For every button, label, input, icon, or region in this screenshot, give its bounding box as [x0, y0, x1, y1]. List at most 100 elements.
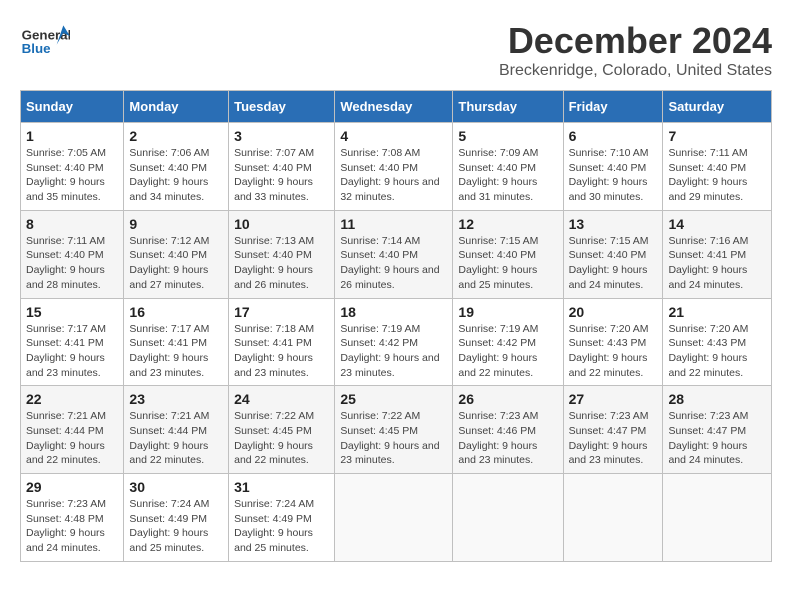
day-number: 4: [340, 128, 447, 144]
table-cell: 6 Sunrise: 7:10 AMSunset: 4:40 PMDayligh…: [563, 123, 663, 211]
day-number: 27: [569, 391, 658, 407]
table-cell: 11 Sunrise: 7:14 AMSunset: 4:40 PMDaylig…: [335, 210, 453, 298]
day-info: Sunrise: 7:12 AMSunset: 4:40 PMDaylight:…: [129, 235, 209, 291]
column-headers: Sunday Monday Tuesday Wednesday Thursday…: [21, 91, 772, 123]
logo-icon: General Blue: [20, 20, 70, 60]
table-cell: 29 Sunrise: 7:23 AMSunset: 4:48 PMDaylig…: [21, 474, 124, 562]
day-number: 16: [129, 304, 223, 320]
day-info: Sunrise: 7:22 AMSunset: 4:45 PMDaylight:…: [340, 410, 439, 466]
table-cell: 18 Sunrise: 7:19 AMSunset: 4:42 PMDaylig…: [335, 298, 453, 386]
day-number: 24: [234, 391, 329, 407]
col-sunday: Sunday: [21, 91, 124, 123]
table-cell: 5 Sunrise: 7:09 AMSunset: 4:40 PMDayligh…: [453, 123, 563, 211]
day-number: 1: [26, 128, 118, 144]
day-info: Sunrise: 7:10 AMSunset: 4:40 PMDaylight:…: [569, 147, 649, 203]
day-number: 18: [340, 304, 447, 320]
day-number: 5: [458, 128, 557, 144]
day-info: Sunrise: 7:19 AMSunset: 4:42 PMDaylight:…: [458, 323, 538, 379]
day-number: 29: [26, 479, 118, 495]
col-monday: Monday: [124, 91, 229, 123]
table-cell: 30 Sunrise: 7:24 AMSunset: 4:49 PMDaylig…: [124, 474, 229, 562]
day-number: 31: [234, 479, 329, 495]
calendar-row: 22 Sunrise: 7:21 AMSunset: 4:44 PMDaylig…: [21, 386, 772, 474]
logo: General Blue: [20, 20, 70, 60]
table-cell: 3 Sunrise: 7:07 AMSunset: 4:40 PMDayligh…: [229, 123, 335, 211]
day-info: Sunrise: 7:06 AMSunset: 4:40 PMDaylight:…: [129, 147, 209, 203]
table-cell: 22 Sunrise: 7:21 AMSunset: 4:44 PMDaylig…: [21, 386, 124, 474]
table-cell: 28 Sunrise: 7:23 AMSunset: 4:47 PMDaylig…: [663, 386, 772, 474]
calendar-row: 8 Sunrise: 7:11 AMSunset: 4:40 PMDayligh…: [21, 210, 772, 298]
table-cell: 24 Sunrise: 7:22 AMSunset: 4:45 PMDaylig…: [229, 386, 335, 474]
calendar-row: 29 Sunrise: 7:23 AMSunset: 4:48 PMDaylig…: [21, 474, 772, 562]
day-number: 9: [129, 216, 223, 232]
day-number: 28: [668, 391, 766, 407]
day-info: Sunrise: 7:05 AMSunset: 4:40 PMDaylight:…: [26, 147, 106, 203]
table-cell: 20 Sunrise: 7:20 AMSunset: 4:43 PMDaylig…: [563, 298, 663, 386]
table-cell: [663, 474, 772, 562]
table-cell: 9 Sunrise: 7:12 AMSunset: 4:40 PMDayligh…: [124, 210, 229, 298]
day-number: 7: [668, 128, 766, 144]
day-number: 10: [234, 216, 329, 232]
day-number: 12: [458, 216, 557, 232]
day-info: Sunrise: 7:21 AMSunset: 4:44 PMDaylight:…: [26, 410, 106, 466]
day-info: Sunrise: 7:14 AMSunset: 4:40 PMDaylight:…: [340, 235, 439, 291]
table-cell: 8 Sunrise: 7:11 AMSunset: 4:40 PMDayligh…: [21, 210, 124, 298]
table-cell: 2 Sunrise: 7:06 AMSunset: 4:40 PMDayligh…: [124, 123, 229, 211]
table-cell: 19 Sunrise: 7:19 AMSunset: 4:42 PMDaylig…: [453, 298, 563, 386]
day-info: Sunrise: 7:24 AMSunset: 4:49 PMDaylight:…: [234, 498, 314, 554]
day-number: 11: [340, 216, 447, 232]
page-subtitle: Breckenridge, Colorado, United States: [499, 62, 772, 80]
table-cell: 21 Sunrise: 7:20 AMSunset: 4:43 PMDaylig…: [663, 298, 772, 386]
table-cell: 13 Sunrise: 7:15 AMSunset: 4:40 PMDaylig…: [563, 210, 663, 298]
day-info: Sunrise: 7:08 AMSunset: 4:40 PMDaylight:…: [340, 147, 439, 203]
table-cell: 10 Sunrise: 7:13 AMSunset: 4:40 PMDaylig…: [229, 210, 335, 298]
day-info: Sunrise: 7:15 AMSunset: 4:40 PMDaylight:…: [458, 235, 538, 291]
day-info: Sunrise: 7:23 AMSunset: 4:46 PMDaylight:…: [458, 410, 538, 466]
svg-text:Blue: Blue: [22, 41, 51, 56]
day-info: Sunrise: 7:18 AMSunset: 4:41 PMDaylight:…: [234, 323, 314, 379]
day-number: 23: [129, 391, 223, 407]
day-number: 13: [569, 216, 658, 232]
day-info: Sunrise: 7:16 AMSunset: 4:41 PMDaylight:…: [668, 235, 748, 291]
day-info: Sunrise: 7:21 AMSunset: 4:44 PMDaylight:…: [129, 410, 209, 466]
table-cell: 14 Sunrise: 7:16 AMSunset: 4:41 PMDaylig…: [663, 210, 772, 298]
day-info: Sunrise: 7:22 AMSunset: 4:45 PMDaylight:…: [234, 410, 314, 466]
day-info: Sunrise: 7:20 AMSunset: 4:43 PMDaylight:…: [569, 323, 649, 379]
calendar-row: 1 Sunrise: 7:05 AMSunset: 4:40 PMDayligh…: [21, 123, 772, 211]
day-info: Sunrise: 7:15 AMSunset: 4:40 PMDaylight:…: [569, 235, 649, 291]
col-saturday: Saturday: [663, 91, 772, 123]
day-info: Sunrise: 7:17 AMSunset: 4:41 PMDaylight:…: [129, 323, 209, 379]
day-number: 14: [668, 216, 766, 232]
day-number: 21: [668, 304, 766, 320]
day-number: 26: [458, 391, 557, 407]
day-info: Sunrise: 7:11 AMSunset: 4:40 PMDaylight:…: [668, 147, 747, 203]
table-cell: 1 Sunrise: 7:05 AMSunset: 4:40 PMDayligh…: [21, 123, 124, 211]
table-cell: 15 Sunrise: 7:17 AMSunset: 4:41 PMDaylig…: [21, 298, 124, 386]
calendar-table: Sunday Monday Tuesday Wednesday Thursday…: [20, 90, 772, 562]
col-friday: Friday: [563, 91, 663, 123]
table-cell: 23 Sunrise: 7:21 AMSunset: 4:44 PMDaylig…: [124, 386, 229, 474]
day-info: Sunrise: 7:17 AMSunset: 4:41 PMDaylight:…: [26, 323, 106, 379]
col-thursday: Thursday: [453, 91, 563, 123]
day-number: 15: [26, 304, 118, 320]
day-info: Sunrise: 7:07 AMSunset: 4:40 PMDaylight:…: [234, 147, 314, 203]
col-tuesday: Tuesday: [229, 91, 335, 123]
day-number: 6: [569, 128, 658, 144]
col-wednesday: Wednesday: [335, 91, 453, 123]
table-cell: 31 Sunrise: 7:24 AMSunset: 4:49 PMDaylig…: [229, 474, 335, 562]
day-number: 19: [458, 304, 557, 320]
table-cell: 25 Sunrise: 7:22 AMSunset: 4:45 PMDaylig…: [335, 386, 453, 474]
day-number: 3: [234, 128, 329, 144]
table-cell: [453, 474, 563, 562]
page-title: December 2024: [499, 20, 772, 62]
day-number: 25: [340, 391, 447, 407]
day-info: Sunrise: 7:20 AMSunset: 4:43 PMDaylight:…: [668, 323, 748, 379]
day-info: Sunrise: 7:11 AMSunset: 4:40 PMDaylight:…: [26, 235, 105, 291]
day-info: Sunrise: 7:09 AMSunset: 4:40 PMDaylight:…: [458, 147, 538, 203]
day-info: Sunrise: 7:24 AMSunset: 4:49 PMDaylight:…: [129, 498, 209, 554]
table-cell: [563, 474, 663, 562]
day-info: Sunrise: 7:23 AMSunset: 4:47 PMDaylight:…: [569, 410, 649, 466]
day-number: 20: [569, 304, 658, 320]
day-number: 30: [129, 479, 223, 495]
table-cell: 7 Sunrise: 7:11 AMSunset: 4:40 PMDayligh…: [663, 123, 772, 211]
